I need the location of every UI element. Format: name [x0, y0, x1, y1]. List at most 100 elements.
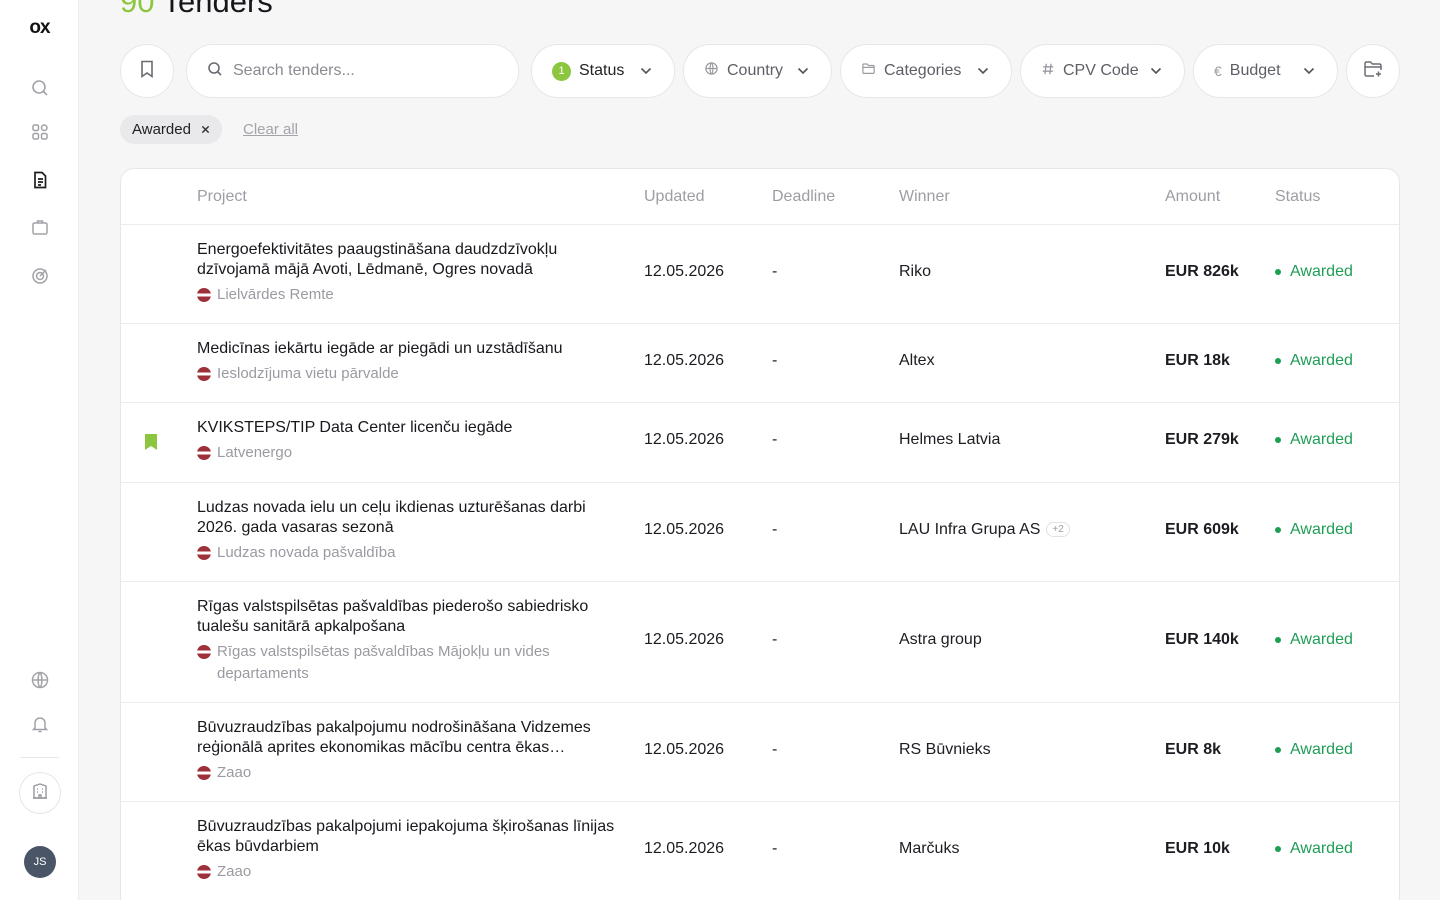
project-title[interactable]: Rīgas valstspilsētas pašvaldības piedero… [197, 597, 617, 637]
status-dot [1275, 747, 1281, 753]
project-title[interactable]: Energoefektivitātes paaugstināšana daudz… [197, 240, 617, 280]
column-project[interactable]: Project [197, 188, 247, 206]
page-title-text: Tenders [162, 0, 273, 19]
buyer-label: Rīgas valstspilsētas pašvaldības Mājokļu… [217, 643, 550, 682]
winner-label: LAU Infra Grupa AS [899, 521, 1041, 538]
column-deadline[interactable]: Deadline [772, 188, 835, 206]
app-logo[interactable]: ox [0, 17, 79, 39]
status-badge: Awarded [1275, 741, 1353, 759]
save-search-button[interactable] [1346, 44, 1400, 98]
winner-name: Altex [899, 352, 935, 369]
briefcase-icon[interactable] [27, 214, 53, 240]
buyer-name: Rīgas valstspilsētas pašvaldības Mājokļu… [197, 641, 617, 685]
updated-date: 12.05.2026 [644, 840, 725, 857]
column-winner[interactable]: Winner [899, 188, 950, 206]
globe-icon[interactable] [27, 667, 53, 693]
buyer-name: Zaao [197, 762, 617, 784]
table-row[interactable]: Ludzas novada ielu un ceļu ikdienas uztu… [121, 483, 1399, 582]
buyer-name: Zaao [197, 861, 617, 883]
search-icon [207, 61, 223, 82]
project-title[interactable]: Būvuzraudzības pakalpojumu nodrošināšana… [197, 718, 617, 758]
table-row[interactable]: Medicīnas iekārtu iegāde ar piegādi un u… [121, 324, 1399, 403]
status-dot [1275, 269, 1281, 275]
updated-date: 12.05.2026 [644, 263, 725, 280]
categories-filter[interactable]: Categories [840, 44, 1012, 98]
status-filter[interactable]: 1 Status [531, 44, 675, 98]
chevron-down-icon [977, 62, 989, 80]
search-icon[interactable] [27, 75, 53, 101]
table-row[interactable]: Būvuzraudzības pakalpojumu nodrošināšana… [121, 703, 1399, 802]
table-row[interactable]: KVIKSTEPS/TIP Data Center licenču iegāde… [121, 403, 1399, 483]
project-title[interactable]: Medicīnas iekārtu iegāde ar piegādi un u… [197, 339, 617, 359]
deadline-date: - [772, 352, 778, 369]
bookmark-filled-icon[interactable] [144, 433, 158, 456]
chevron-down-icon [797, 62, 809, 80]
target-icon[interactable] [27, 263, 53, 289]
budget-filter-label: Budget [1229, 62, 1281, 79]
column-status[interactable]: Status [1275, 188, 1320, 206]
status-dot [1275, 637, 1281, 643]
buyer-label: Zaao [217, 863, 252, 880]
table-header: Project Updated Deadline Winner Amount S… [121, 169, 1399, 225]
status-dot [1275, 527, 1281, 533]
budget-filter[interactable]: € Budget [1193, 44, 1338, 98]
column-updated[interactable]: Updated [644, 188, 705, 206]
categories-filter-label: Categories [884, 62, 962, 79]
active-filter-chip: Awarded [120, 115, 222, 144]
cpv-code-filter[interactable]: CPV Code [1020, 44, 1185, 98]
country-filter[interactable]: Country [683, 44, 832, 98]
project-title[interactable]: KVIKSTEPS/TIP Data Center licenču iegāde [197, 418, 617, 438]
user-avatar[interactable]: JS [24, 846, 56, 878]
hash-icon [1041, 62, 1055, 81]
sidebar-divider [20, 757, 59, 758]
status-label: Awarded [1290, 263, 1353, 280]
building-icon [30, 781, 50, 806]
column-amount[interactable]: Amount [1165, 188, 1220, 206]
amount-value: EUR 140k [1165, 631, 1239, 648]
deadline-date: - [772, 631, 778, 648]
page-title: 90 Tenders [120, 0, 273, 20]
status-label: Awarded [1290, 352, 1353, 369]
clear-all-link[interactable]: Clear all [243, 121, 298, 138]
bell-icon[interactable] [27, 711, 53, 737]
buyer-label: Zaao [217, 764, 252, 781]
updated-date: 12.05.2026 [644, 431, 725, 448]
buyer-name: Ieslodzījuma vietu pārvalde [197, 363, 617, 385]
table-row[interactable]: Rīgas valstspilsētas pašvaldības piedero… [121, 582, 1399, 703]
latvia-flag-icon [197, 865, 211, 879]
close-icon[interactable] [201, 121, 210, 138]
latvia-flag-icon [197, 645, 211, 659]
table-row[interactable]: Energoefektivitātes paaugstināšana daudz… [121, 225, 1399, 324]
status-label: Awarded [1290, 741, 1353, 758]
status-badge: Awarded [1275, 631, 1353, 649]
sidebar: ox JS [0, 0, 79, 900]
organization-button[interactable] [19, 772, 61, 814]
status-badge: Awarded [1275, 263, 1353, 281]
search-box[interactable] [186, 44, 519, 98]
project-title[interactable]: Būvuzraudzības pakalpojumi iepakojuma šķ… [197, 817, 617, 857]
status-dot [1275, 846, 1281, 852]
updated-date: 12.05.2026 [644, 352, 725, 369]
table-row[interactable]: Būvuzraudzības pakalpojumi iepakojuma šķ… [121, 802, 1399, 900]
active-filter-label: Awarded [132, 121, 191, 138]
updated-date: 12.05.2026 [644, 741, 725, 758]
project-title[interactable]: Ludzas novada ielu un ceļu ikdienas uztu… [197, 498, 617, 538]
latvia-flag-icon [197, 367, 211, 381]
buyer-label: Lielvārdes Remte [217, 286, 334, 303]
grid-icon[interactable] [27, 119, 53, 145]
status-dot [1275, 437, 1281, 443]
updated-date: 12.05.2026 [644, 631, 725, 648]
winner-name: LAU Infra Grupa AS +2 [899, 521, 1070, 539]
status-label: Awarded [1290, 431, 1353, 448]
more-winners-badge[interactable]: +2 [1046, 522, 1070, 537]
winner-name: Helmes Latvia [899, 431, 1001, 448]
status-badge: Awarded [1275, 431, 1353, 449]
tenders-table: Project Updated Deadline Winner Amount S… [120, 168, 1400, 900]
amount-value: EUR 826k [1165, 263, 1239, 280]
buyer-label: Ieslodzījuma vietu pārvalde [217, 365, 399, 382]
document-icon[interactable] [27, 167, 53, 193]
saved-tenders-button[interactable] [120, 44, 174, 98]
deadline-date: - [772, 431, 778, 448]
latvia-flag-icon [197, 446, 211, 460]
search-input[interactable] [233, 62, 493, 80]
